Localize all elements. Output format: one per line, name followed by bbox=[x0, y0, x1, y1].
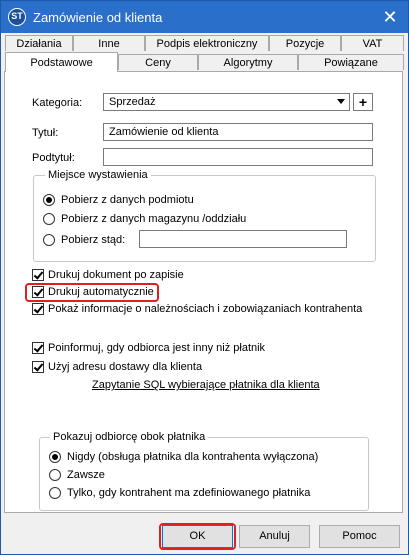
tab-ceny[interactable]: Ceny bbox=[118, 54, 198, 70]
checkbox-drukuj-po-zapisie[interactable] bbox=[32, 269, 44, 281]
add-category-button[interactable]: + bbox=[353, 93, 373, 111]
miejsce-wystawienia-legend: Miejsce wystawienia bbox=[45, 169, 151, 181]
tab-dzialania[interactable]: Działania bbox=[5, 35, 73, 51]
label-poinformuj[interactable]: Poinformuj, gdy odbiorca jest inny niż p… bbox=[48, 342, 265, 354]
tab-podstawowe[interactable]: Podstawowe bbox=[5, 52, 118, 72]
close-icon[interactable]: ✕ bbox=[379, 6, 401, 28]
radio-pobierz-z-magazynu[interactable] bbox=[43, 213, 55, 225]
tab-vat[interactable]: VAT bbox=[341, 35, 404, 51]
highlight-drukuj-automatycznie bbox=[25, 283, 159, 302]
radio-pobierz-z-podmiotu[interactable] bbox=[43, 194, 55, 206]
label-pokaz-informacje[interactable]: Pokaż informacje o należnościach i zobow… bbox=[48, 303, 362, 315]
label-uzyj-adresu[interactable]: Użyj adresu dostawy dla klienta bbox=[48, 361, 202, 373]
tab-panel-podstawowe: Kategoria: Sprzedaż + Tytuł: Zamówienie … bbox=[4, 71, 403, 513]
label-drukuj-po-zapisie[interactable]: Drukuj dokument po zapisie bbox=[48, 269, 184, 281]
app-logo-text: ST bbox=[11, 11, 23, 21]
tab-inne[interactable]: Inne bbox=[73, 35, 145, 51]
highlight-ok-button bbox=[159, 523, 236, 550]
radio-label-nigdy[interactable]: Nigdy (obsługa płatnika dla kontrahenta … bbox=[67, 451, 318, 463]
chevron-down-icon bbox=[337, 99, 345, 104]
tytul-label: Tytuł: bbox=[32, 127, 59, 139]
help-button[interactable]: Pomoc bbox=[319, 525, 400, 548]
tytul-input[interactable]: Zamówienie od klienta bbox=[103, 123, 373, 141]
tab-algorytmy[interactable]: Algorytmy bbox=[198, 54, 298, 70]
radio-zawsze[interactable] bbox=[49, 469, 61, 481]
sql-platnik-link[interactable]: Zapytanie SQL wybierające płatnika dla k… bbox=[92, 379, 320, 391]
tab-powiazane[interactable]: Powiązane bbox=[298, 54, 404, 70]
cancel-button[interactable]: Anuluj bbox=[239, 525, 310, 548]
checkbox-poinformuj[interactable] bbox=[32, 342, 44, 354]
radio-label-tylko-gdy[interactable]: Tylko, gdy kontrahent ma zdefiniowanego … bbox=[67, 487, 310, 499]
pokazuj-odbiorce-legend: Pokazuj odbiorcę obok płatnika bbox=[50, 431, 209, 443]
podtytul-input[interactable] bbox=[103, 148, 373, 166]
podtytul-label: Podtytuł: bbox=[32, 152, 75, 164]
radio-pobierz-stad[interactable] bbox=[43, 234, 55, 246]
title-bar[interactable]: ST Zamówienie od klienta ✕ bbox=[1, 1, 408, 33]
kategoria-value: Sprzedaż bbox=[109, 96, 156, 108]
radio-tylko-gdy[interactable] bbox=[49, 487, 61, 499]
radio-label-stad[interactable]: Pobierz stąd: bbox=[61, 234, 125, 246]
radio-label-zawsze[interactable]: Zawsze bbox=[67, 469, 105, 481]
kategoria-select[interactable]: Sprzedaż bbox=[103, 93, 350, 111]
radio-label-magazynu[interactable]: Pobierz z danych magazynu /oddziału bbox=[61, 213, 246, 225]
tab-podpis-elektroniczny[interactable]: Podpis elektroniczny bbox=[145, 35, 269, 51]
app-logo-icon: ST bbox=[8, 8, 26, 26]
window-title: Zamówienie od klienta bbox=[33, 10, 163, 25]
checkbox-pokaz-informacje[interactable] bbox=[32, 303, 44, 315]
kategoria-label: Kategoria: bbox=[32, 97, 83, 109]
tab-pozycje[interactable]: Pozycje bbox=[269, 35, 341, 51]
pobierz-stad-input[interactable] bbox=[139, 230, 347, 248]
radio-nigdy[interactable] bbox=[49, 451, 61, 463]
radio-label-podmiotu[interactable]: Pobierz z danych podmiotu bbox=[61, 194, 194, 206]
dialog-window: ST Zamówienie od klienta ✕ Działania Inn… bbox=[0, 0, 409, 555]
checkbox-uzyj-adresu[interactable] bbox=[32, 361, 44, 373]
